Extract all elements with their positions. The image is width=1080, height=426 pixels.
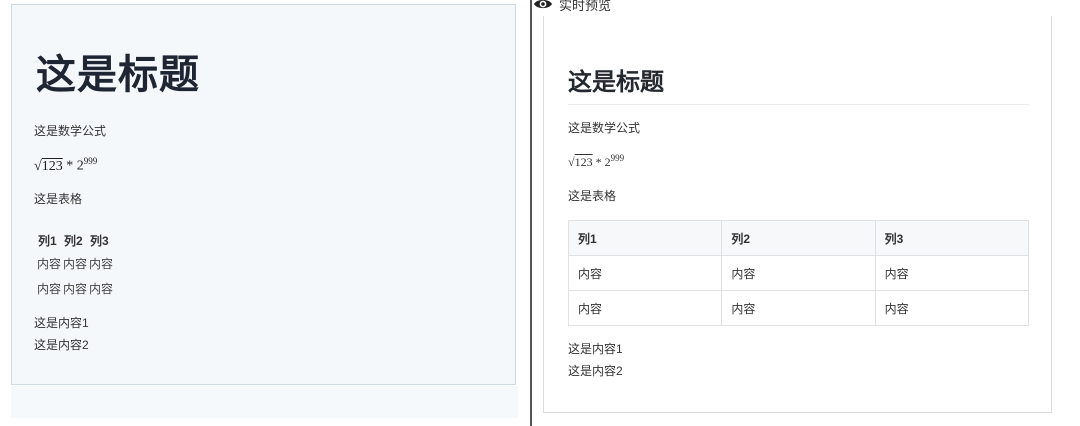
table-cell: 内容 xyxy=(567,290,723,326)
table-cell: 内容 xyxy=(37,257,62,271)
table-header-cell: 列3 xyxy=(90,233,109,248)
preview-title: 这是标题 xyxy=(568,68,1029,105)
preview-content-2: 这是内容2 xyxy=(568,364,623,378)
editor-table: 列1 列2 列3 内容 内容 内容 内容 内容 内容 xyxy=(36,229,114,301)
editor-footer xyxy=(11,386,518,418)
table-header-cell: 列2 xyxy=(64,233,83,248)
preview-table: 列1 列2 列3 内容 内容 内容 内容 内容 内容 xyxy=(567,220,1030,326)
table-cell: 内容 xyxy=(567,255,723,291)
pane-splitter[interactable] xyxy=(530,0,532,426)
formula-base: 2 xyxy=(76,158,84,174)
editor-math-label: 这是数学公式 xyxy=(34,124,107,138)
preview-math-label: 这是数学公式 xyxy=(568,121,641,135)
editor-content-2: 这是内容2 xyxy=(34,338,89,352)
table-row: 内容 内容 内容 xyxy=(567,255,1030,291)
formula-operator: * xyxy=(595,155,602,169)
formula-radicand: 123 xyxy=(41,158,63,174)
editor-content-1: 这是内容1 xyxy=(34,316,89,330)
editor-table-label: 这是表格 xyxy=(34,192,83,206)
table-header-cell: 列3 xyxy=(874,220,1030,256)
preview-header-label: 实时预览 xyxy=(559,0,612,13)
table-header-row: 列1 列2 列3 xyxy=(567,220,1030,256)
table-cell: 内容 xyxy=(63,282,88,296)
preview-math-formula: √123 * 2999 xyxy=(568,153,625,169)
preview-content-1: 这是内容1 xyxy=(568,342,623,356)
table-cell: 内容 xyxy=(63,257,88,271)
editor-title: 这是标题 xyxy=(36,53,200,97)
table-cell: 内容 xyxy=(89,282,114,296)
table-cell: 内容 xyxy=(874,255,1030,291)
formula-operator: * xyxy=(66,158,74,174)
table-cell: 内容 xyxy=(89,257,114,271)
eye-icon xyxy=(534,0,552,9)
formula-exponent: 999 xyxy=(83,156,98,166)
preview-table-label: 这是表格 xyxy=(568,189,617,203)
markdown-editor[interactable]: 这是标题 这是数学公式 √123 * 2999 这是表格 列1 列2 列3 内容… xyxy=(11,4,516,385)
formula-exponent: 999 xyxy=(610,153,625,163)
table-row: 内容 内容 内容 xyxy=(36,251,114,276)
table-header-cell: 列2 xyxy=(721,220,876,256)
table-row: 内容 内容 内容 xyxy=(567,290,1030,326)
table-header-row: 列1 列2 列3 xyxy=(36,229,114,251)
table-cell: 内容 xyxy=(721,255,876,291)
table-cell: 内容 xyxy=(37,282,62,296)
table-header-cell: 列1 xyxy=(38,233,57,248)
table-row: 内容 内容 内容 xyxy=(36,276,114,301)
live-preview: 这是标题 这是数学公式 √123 * 2999 这是表格 列1 列2 列3 内容… xyxy=(543,16,1052,413)
table-cell: 内容 xyxy=(721,290,876,326)
formula-radicand: 123 xyxy=(574,155,593,169)
table-cell: 内容 xyxy=(874,290,1030,326)
editor-math-formula: √123 * 2999 xyxy=(34,156,98,174)
table-header-cell: 列1 xyxy=(567,220,723,256)
preview-header: 实时预览 xyxy=(533,0,611,13)
